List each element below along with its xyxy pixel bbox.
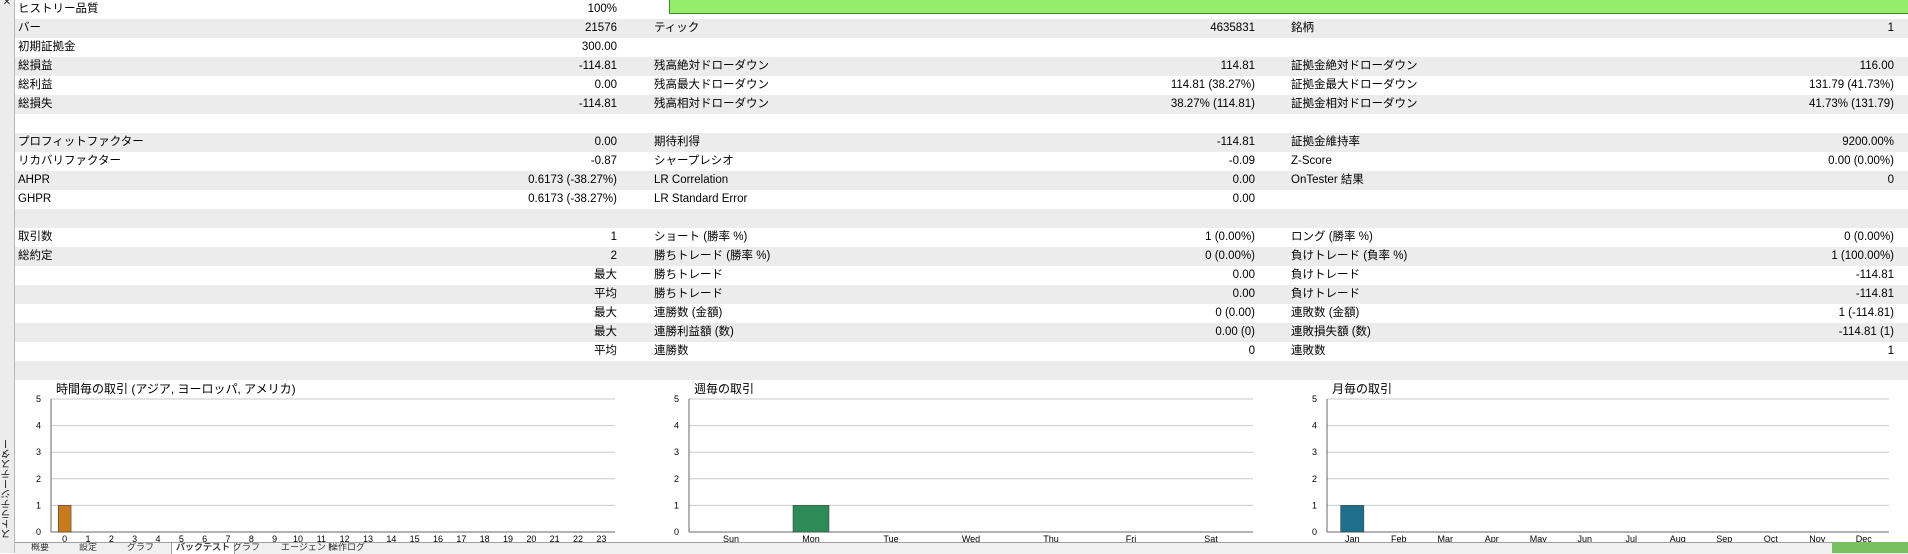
tab-item[interactable]: グラフ [123,543,158,554]
y-tick-label: 1 [1312,500,1317,510]
chart-title: 時間毎の取引 (アジア, ヨーロッパ, アメリカ) [56,382,296,396]
stat-value: 0 (0.00%) [1844,231,1894,243]
stats-row: 総利益 0.00 残高最大ドローダウン 114.81 (38.27%) 証拠金最大ドロー… [15,76,1908,95]
chart-svg: 012345Sun Mon Tue Wed Thu Fri Sat [674,394,1253,544]
panel-title: ストラテジーテスター [2,439,13,539]
bar [58,505,72,533]
tester-sidebar: ✕ ストラテジーテスター [0,0,15,553]
stats-row: 総損失 -114.81 残高相対ドローダウン 38.27% (114.81) 証拠金相対… [15,95,1908,114]
y-tick-label: 0 [1312,527,1317,537]
tab-item[interactable]: 概要 [27,543,53,554]
monthly-trades-chart: 0 1 2 3 4 5 Jan Feb Mar Apr May Jun Jul Aug Sep Oct Nov D… [1291,377,1908,544]
y-tick-label: 1 [36,500,41,510]
stats-row: 取引数 1 ショート (勝率 %) 1 (0.00%) ロング (勝率 %) 0 (0.0… [15,228,1908,247]
stats-row: 総約定 2 勝ちトレード (勝率 %) 0 (0.00%) 負けトレード (負率 %) 1… [15,247,1908,266]
stats-row: GHPR 0.6173 (-38.27%) LR Standard Error 0.0… [15,190,1908,209]
stat-value [15,209,1894,228]
history-quality-bar [669,0,1908,14]
tab-item[interactable]: 設定 [75,543,101,554]
stats-row: リカバリファクター -0.87 シャープレシオ -0.09 Z-Score 0.00 (0… [15,152,1908,171]
stats-row: プロフィットファクター 0.00 期待利得 -114.81 証拠金維持率 9200.00% [15,133,1908,152]
stats-row: 総損益 -114.81 残高絶対ドローダウン 114.81 証拠金絶対ドローダウン 116… [15,57,1908,76]
close-icon[interactable]: ✕ [1,0,13,9]
y-tick-label: 4 [36,421,41,431]
stat-value: 9200.00% [1842,136,1894,148]
stat-value: 41.73% (131.79) [1808,98,1894,110]
stat-value [15,114,1894,133]
stats-row: 平均 連勝数 0 連敗数 1 [15,342,1908,361]
stat-value: 1 [1887,22,1894,34]
y-tick-label: 2 [1312,474,1317,484]
hourly-trades-chart: 0 1 2 3 4 5 0 1 2 3 4 5 6 7 8 9 10 11 12 13 14 15 16 17 18 19 20 21… [15,377,635,544]
charts-area: 0 1 2 3 4 5 0 1 2 3 4 5 6 7 8 9 10 11 12 13 14 15 16 17 18 19 20 21… [15,377,1908,544]
stat-value: 1 (100.00%) [1831,250,1894,262]
y-tick-label: 3 [36,447,41,457]
stats-row: 平均 勝ちトレード 0.00 負けトレード -114.81 [15,285,1908,304]
y-tick-label: 1 [674,500,679,510]
stats-row: 最大 連勝利益額 (数) 0.00 (0) 連敗損失額 (数) -114.81 (1) [15,323,1908,342]
bar [792,505,830,533]
y-tick-label: 2 [36,474,41,484]
stat-value: 131.79 (41.73%) [1808,79,1894,91]
stats-row: バー 21576 ティック 4635831 銘柄 1 [15,19,1908,38]
stat-value: -114.81 (1) [1838,326,1894,338]
tester-tabs: 概要 設定 グラフ バックテスト グラフ エージェント 操作ログ [15,542,1908,554]
y-tick-label: 5 [1312,394,1317,404]
y-tick-label: 4 [674,421,679,431]
stat-value: 0.00 (0.00%) [1828,155,1894,167]
stat-value: 1 (-114.81) [1838,307,1894,319]
status-indicator [1832,542,1908,553]
stat-value: 0 [1887,174,1894,186]
history-quality-row: ヒストリー品質 100% [15,0,1908,19]
stats-row: 最大 連勝数 (金額) 0 (0.00) 連敗数 (金額) 1 (-114.81) [15,304,1908,323]
y-tick-label: 0 [674,527,679,537]
tab-item[interactable]: 操作ログ [325,543,369,554]
chart-svg: 0123450 1 2 3 4 5 6 7 8 9 10 11 12 13 14 15 16 17 18 19 20 21… [36,394,615,544]
stats-row [15,209,1908,228]
stats-table: バー 21576 ティック 4635831 銘柄 1 初期証拠金 300.00 総損益 -114.… [15,19,1908,380]
stat-value: -114.81 [1855,269,1894,281]
stat-value [15,190,1894,209]
y-tick-label: 5 [674,394,679,404]
y-tick-label: 0 [36,527,41,537]
y-tick-label: 5 [36,394,41,404]
tab-item[interactable]: バックテスト [171,543,236,554]
chart-svg: 012345Jan Feb Mar Apr May Jun Jul Aug Sep Oct Nov D… [1312,394,1889,544]
stats-row: 最大 勝ちトレード 0.00 負けトレード -114.81 [15,266,1908,285]
y-tick-label: 2 [674,474,679,484]
chart-title: 週毎の取引 [694,382,755,396]
weekly-trades-chart: 0 1 2 3 4 5 Sun Mon Tue Wed Thu Fri Sat 週毎の取引 [653,377,1273,544]
stats-row: 初期証拠金 300.00 [15,38,1908,57]
stats-row [15,114,1908,133]
y-tick-label: 3 [1312,447,1317,457]
stat-value [15,38,1894,57]
chart-title: 月毎の取引 [1332,382,1393,396]
y-tick-label: 3 [674,447,679,457]
tab-item[interactable]: グラフ [229,543,264,554]
backtest-report: ヒストリー品質 100% バー 21576 ティック 4635831 銘柄 1 初期証拠金 3… [15,0,1908,380]
stats-row: AHPR 0.6173 (-38.27%) LR Correlation 0.00 On… [15,171,1908,190]
bar [1340,505,1365,533]
stat-value: 116.00 [1859,60,1894,72]
stat-value: 1 [1887,345,1894,357]
stat-value: -114.81 [1855,288,1894,300]
history-quality-value: 100% [587,3,617,15]
y-tick-label: 4 [1312,421,1317,431]
